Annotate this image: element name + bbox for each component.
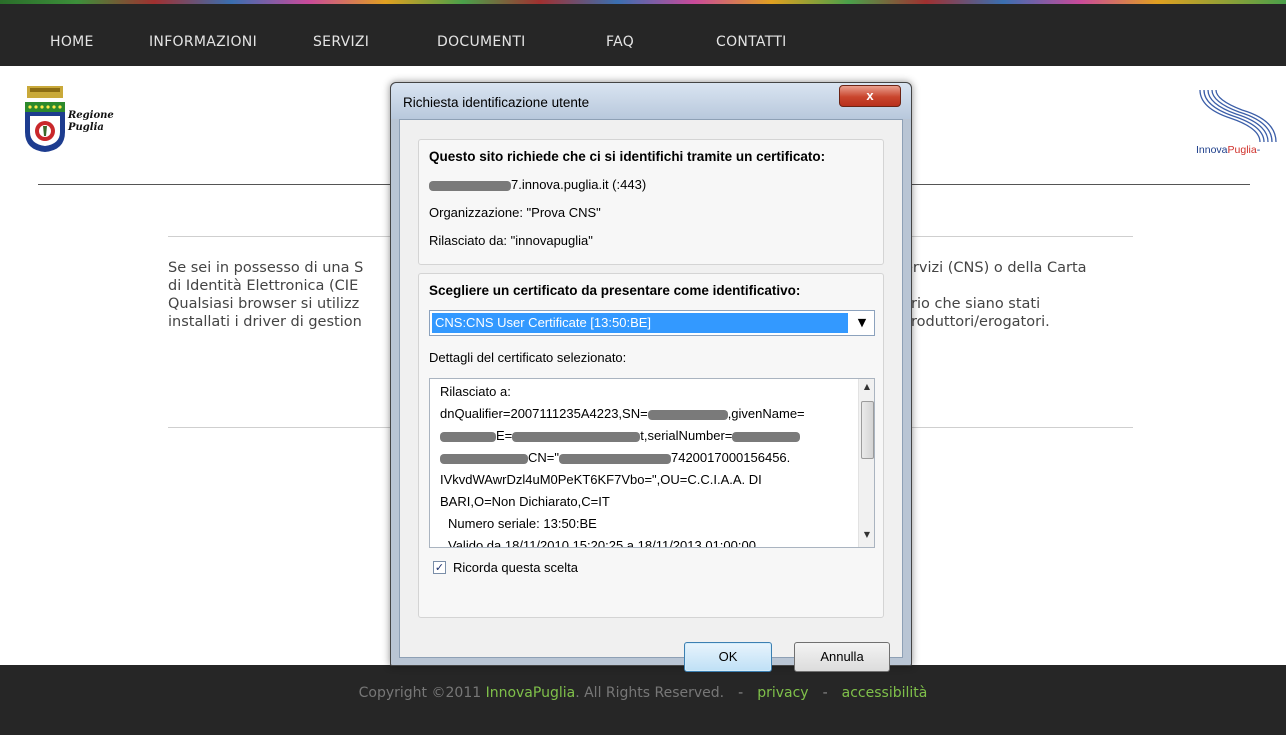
details-line: BARI,O=Non Dichiarato,C=IT (440, 494, 610, 509)
redacted-block (440, 431, 496, 442)
footer-privacy-link[interactable]: privacy (757, 685, 808, 701)
nav-item-faq[interactable]: FAQ (606, 34, 634, 50)
details-text: CN=" (528, 450, 559, 465)
logo-text-puglia: Puglia (68, 122, 104, 133)
details-text: ,givenName= (727, 406, 805, 421)
nav-item-informazioni[interactable]: INFORMAZIONI (149, 34, 257, 50)
nav-item-documenti[interactable]: DOCUMENTI (437, 34, 526, 50)
remember-choice-checkbox[interactable]: ✓ (433, 561, 446, 574)
copyright-suffix: . All Rights Reserved. (575, 685, 725, 701)
details-line: dnQualifier=2007111235A4223,SN= ,givenNam… (440, 406, 805, 421)
footer: Copyright ©2011 InnovaPuglia. All Rights… (0, 665, 1286, 735)
redacted-block (647, 409, 728, 420)
details-line: Numero seriale: 13:50:BE (448, 516, 597, 531)
scrollbar-thumb[interactable] (861, 401, 874, 459)
nav-item-servizi[interactable]: SERVIZI (313, 34, 369, 50)
regione-puglia-logo[interactable]: Regione Puglia (24, 86, 134, 156)
details-line: CN=" 7420017000156456. (440, 450, 790, 465)
footer-copyright: Copyright ©2011 InnovaPuglia. All Rights… (0, 685, 1286, 701)
host-suffix: 7.innova.puglia.it (:443) (511, 177, 647, 192)
choose-heading: Scegliere un certificato da presentare c… (429, 283, 801, 298)
footer-accessibility-link[interactable]: accessibilità (842, 685, 928, 701)
cancel-button[interactable]: Annulla (794, 642, 890, 672)
details-scrollbar[interactable]: ▲ ▼ (858, 379, 874, 547)
top-nav-bar: HOME INFORMAZIONI SERVIZI DOCUMENTI FAQ … (0, 0, 1286, 66)
certificate-select-value: CNS:CNS User Certificate [13:50:BE] (432, 313, 848, 333)
paragraph-line-3-right: rio che siano stati (911, 296, 1041, 312)
request-heading: Questo sito richiede che ci si identific… (429, 149, 826, 164)
nav-item-home[interactable]: HOME (50, 34, 94, 50)
details-line: Rilasciato a: (440, 384, 511, 399)
logo-text-regione: Regione (68, 110, 114, 121)
logo-text-puglia-accent: Puglia (1227, 144, 1257, 156)
footer-separator: - (822, 685, 828, 701)
certificate-request-dialog: Richiesta identificazione utente x Quest… (390, 82, 912, 672)
certificate-details-textarea[interactable]: Rilasciato a: dnQualifier=2007111235A422… (429, 378, 875, 548)
paragraph-line-1-right: ervizi (CNS) o della Carta (904, 260, 1087, 276)
dialog-title: Richiesta identificazione utente (403, 95, 590, 110)
redacted-block (512, 431, 641, 442)
redacted-block (558, 453, 671, 464)
details-text: 7420017000156456. (670, 450, 791, 465)
logo-text-suffix: - (1256, 144, 1261, 156)
scroll-up-arrow-icon[interactable]: ▲ (861, 381, 873, 393)
certificate-choice-group: Scegliere un certificato da presentare c… (418, 273, 884, 618)
scroll-down-arrow-icon[interactable]: ▼ (861, 529, 873, 541)
copyright-prefix: Copyright ©2011 (358, 685, 486, 701)
innovapuglia-logo[interactable]: InnovaPuglia- (1190, 88, 1286, 158)
remember-choice-label[interactable]: Ricorda questa scelta (453, 560, 578, 575)
redacted-block (732, 431, 801, 442)
details-text: t,serialNumber= (640, 428, 733, 443)
redacted-block (440, 453, 528, 464)
dialog-titlebar[interactable]: Richiesta identificazione utente x (391, 83, 911, 119)
ok-button[interactable]: OK (684, 642, 772, 672)
chevron-down-icon[interactable]: ▼ (852, 313, 872, 333)
details-line: E= t,serialNumber= (440, 428, 801, 443)
request-issuer: Rilasciato da: "innovapuglia" (429, 233, 593, 248)
details-text: E= (496, 428, 513, 443)
details-text: dnQualifier=2007111235A4223,SN= (440, 406, 648, 421)
innovapuglia-mark-icon (1199, 89, 1277, 143)
footer-brand-link[interactable]: InnovaPuglia (486, 685, 576, 701)
redacted-block (429, 180, 511, 191)
request-organization: Organizzazione: "Prova CNS" (429, 205, 601, 220)
dialog-close-button[interactable]: x (839, 85, 901, 107)
request-info-group: Questo sito richiede che ci si identific… (418, 139, 884, 265)
dialog-body: Questo sito richiede che ci si identific… (399, 119, 903, 672)
nav-item-contatti[interactable]: CONTATTI (716, 34, 787, 50)
logo-text-innova: Innova (1196, 144, 1228, 156)
decorative-color-strip (0, 0, 1286, 4)
footer-separator: - (738, 685, 744, 701)
certificate-select[interactable]: CNS:CNS User Certificate [13:50:BE] ▼ (429, 310, 875, 336)
paragraph-line-4-right: roduttori/erogatori. (911, 314, 1050, 330)
details-line: Valido da 18/11/2010 15:20:25 a 18/11/20… (448, 538, 756, 548)
details-label: Dettagli del certificato selezionato: (429, 350, 627, 365)
regione-puglia-crest-icon (25, 86, 65, 152)
request-host: 7.innova.puglia.it (:443) (429, 177, 646, 192)
details-line: IVkvdWAwrDzl4uM0PeKT6KF7Vbo=",OU=C.C.I.A… (440, 472, 762, 487)
